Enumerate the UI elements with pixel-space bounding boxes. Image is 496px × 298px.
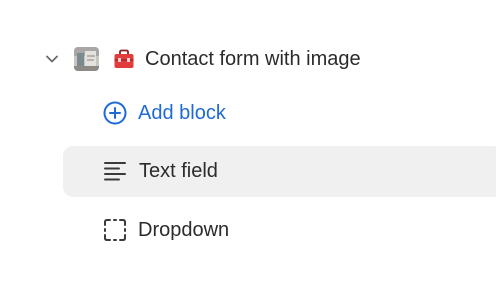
tree-item-contact-form[interactable]: Contact form with image — [0, 38, 496, 80]
plus-circle-icon — [102, 100, 128, 126]
tree-item-label: Contact form with image — [145, 48, 361, 70]
tree-item-label: Dropdown — [138, 219, 230, 241]
block-tree: Contact form with image Add block Text f… — [0, 0, 496, 298]
toolbox-icon — [112, 47, 136, 71]
tree-item-dropdown[interactable]: Dropdown — [0, 209, 496, 251]
image-thumbnail — [74, 47, 99, 71]
tree-item-label: Text field — [139, 160, 218, 182]
tree-item-text-field[interactable]: Text field — [63, 146, 496, 197]
text-lines-icon — [102, 158, 128, 184]
dashed-square-icon — [102, 217, 128, 243]
add-block-button[interactable]: Add block — [0, 92, 496, 134]
add-block-label: Add block — [138, 102, 226, 124]
chevron-down-icon[interactable] — [43, 50, 61, 68]
